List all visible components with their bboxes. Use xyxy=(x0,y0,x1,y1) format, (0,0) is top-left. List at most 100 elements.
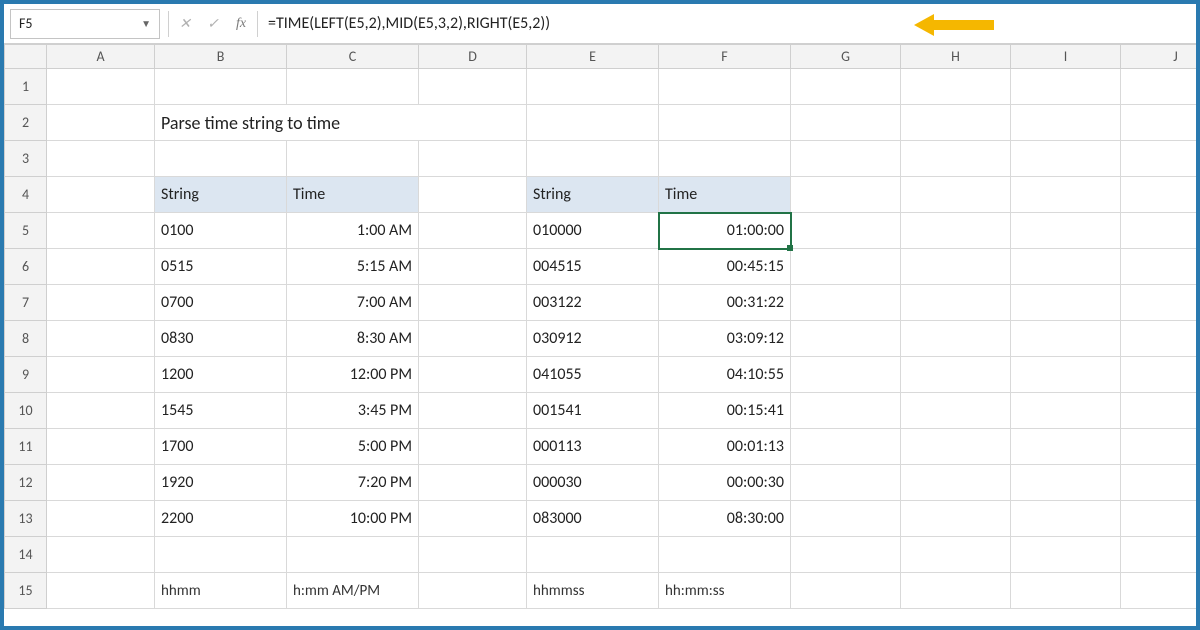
cell[interactable] xyxy=(791,177,901,213)
cell[interactable]: 3:45 PM xyxy=(287,393,419,429)
cell[interactable] xyxy=(1011,177,1121,213)
cell[interactable] xyxy=(1011,393,1121,429)
cell[interactable]: 10:00 PM xyxy=(287,501,419,537)
cell[interactable]: 04:10:55 xyxy=(659,357,791,393)
cell[interactable] xyxy=(1011,141,1121,177)
insert-function-icon[interactable]: fx xyxy=(227,10,255,38)
cell[interactable] xyxy=(527,141,659,177)
cell[interactable]: 1:00 AM xyxy=(287,213,419,249)
cell[interactable] xyxy=(901,213,1011,249)
cell[interactable] xyxy=(47,285,155,321)
cell[interactable] xyxy=(901,537,1011,573)
cell[interactable] xyxy=(791,249,901,285)
cell[interactable] xyxy=(1121,321,1197,357)
cell[interactable]: 1200 xyxy=(155,357,287,393)
cell[interactable] xyxy=(419,501,527,537)
cell[interactable]: 03:09:12 xyxy=(659,321,791,357)
cell[interactable] xyxy=(659,105,791,141)
row-header[interactable]: 12 xyxy=(5,465,47,501)
cell[interactable] xyxy=(287,537,419,573)
row-header[interactable]: 9 xyxy=(5,357,47,393)
cell[interactable] xyxy=(791,69,901,105)
cell[interactable] xyxy=(659,69,791,105)
cell[interactable]: 004515 xyxy=(527,249,659,285)
col-header[interactable]: B xyxy=(155,45,287,69)
cell[interactable] xyxy=(47,213,155,249)
col-header[interactable]: D xyxy=(419,45,527,69)
cell[interactable] xyxy=(287,141,419,177)
cell[interactable]: 0830 xyxy=(155,321,287,357)
cell[interactable] xyxy=(1121,393,1197,429)
cell[interactable] xyxy=(155,537,287,573)
row-header[interactable]: 13 xyxy=(5,501,47,537)
row-header[interactable]: 6 xyxy=(5,249,47,285)
cell[interactable] xyxy=(47,69,155,105)
format-label[interactable]: h:mm AM/PM xyxy=(287,573,419,609)
cell[interactable] xyxy=(47,357,155,393)
cell[interactable] xyxy=(791,357,901,393)
row-header[interactable]: 3 xyxy=(5,141,47,177)
cell[interactable] xyxy=(1121,177,1197,213)
cell[interactable] xyxy=(1121,501,1197,537)
cell[interactable]: 12:00 PM xyxy=(287,357,419,393)
row-header[interactable]: 4 xyxy=(5,177,47,213)
cell[interactable] xyxy=(419,465,527,501)
cell[interactable] xyxy=(47,429,155,465)
cell[interactable] xyxy=(1011,573,1121,609)
cell[interactable] xyxy=(1121,105,1197,141)
cell[interactable] xyxy=(791,321,901,357)
cell[interactable] xyxy=(901,285,1011,321)
row-header[interactable]: 5 xyxy=(5,213,47,249)
cell[interactable] xyxy=(901,465,1011,501)
cell[interactable] xyxy=(791,465,901,501)
cell[interactable] xyxy=(1121,357,1197,393)
cell[interactable] xyxy=(791,537,901,573)
col-header[interactable]: A xyxy=(47,45,155,69)
row-header[interactable]: 10 xyxy=(5,393,47,429)
cell[interactable] xyxy=(1011,69,1121,105)
cell[interactable] xyxy=(901,501,1011,537)
cell[interactable] xyxy=(791,285,901,321)
cell[interactable] xyxy=(1121,69,1197,105)
format-label[interactable]: hh:mm:ss xyxy=(659,573,791,609)
accept-formula-icon[interactable]: ✓ xyxy=(199,10,227,38)
cell[interactable] xyxy=(419,537,527,573)
cell[interactable] xyxy=(901,105,1011,141)
cell[interactable] xyxy=(1011,105,1121,141)
cell[interactable] xyxy=(47,249,155,285)
cell[interactable] xyxy=(1121,537,1197,573)
name-box[interactable]: F5 ▼ xyxy=(10,9,160,39)
cell[interactable] xyxy=(791,501,901,537)
cell[interactable] xyxy=(1121,141,1197,177)
cell[interactable] xyxy=(1011,249,1121,285)
cell[interactable] xyxy=(419,573,527,609)
cell[interactable] xyxy=(901,141,1011,177)
cell[interactable] xyxy=(47,321,155,357)
cell[interactable] xyxy=(901,177,1011,213)
cell[interactable] xyxy=(1121,249,1197,285)
format-label[interactable]: hhmm xyxy=(155,573,287,609)
table-header[interactable]: String xyxy=(527,177,659,213)
cell[interactable]: 1545 xyxy=(155,393,287,429)
cell[interactable] xyxy=(47,573,155,609)
cell[interactable] xyxy=(791,105,901,141)
row-header[interactable]: 1 xyxy=(5,69,47,105)
cell[interactable] xyxy=(791,213,901,249)
name-box-dropdown-icon[interactable]: ▼ xyxy=(141,17,151,30)
cell[interactable]: 1700 xyxy=(155,429,287,465)
cell[interactable] xyxy=(1011,537,1121,573)
cell[interactable] xyxy=(47,537,155,573)
cell[interactable]: 001541 xyxy=(527,393,659,429)
cell[interactable] xyxy=(419,69,527,105)
cell[interactable]: 5:15 AM xyxy=(287,249,419,285)
cell[interactable] xyxy=(419,141,527,177)
cell[interactable]: 00:15:41 xyxy=(659,393,791,429)
cell[interactable] xyxy=(1011,321,1121,357)
active-cell[interactable]: 01:00:00 xyxy=(659,213,791,249)
cell[interactable] xyxy=(1011,285,1121,321)
format-label[interactable]: hhmmss xyxy=(527,573,659,609)
cell[interactable]: 00:00:30 xyxy=(659,465,791,501)
cell[interactable] xyxy=(1121,465,1197,501)
cell[interactable] xyxy=(791,393,901,429)
cell[interactable] xyxy=(791,141,901,177)
